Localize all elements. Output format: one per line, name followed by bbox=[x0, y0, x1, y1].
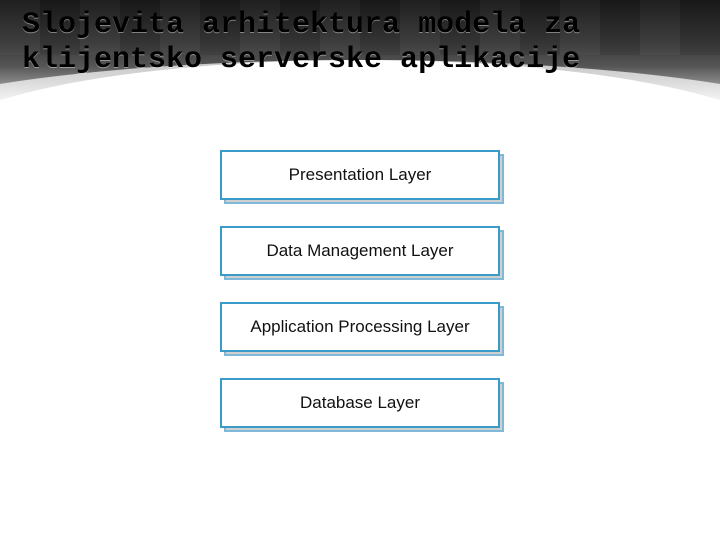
layer-diagram: Presentation Layer Data Management Layer… bbox=[0, 150, 720, 428]
layer-presentation: Presentation Layer bbox=[220, 150, 500, 200]
layer-data-management: Data Management Layer bbox=[220, 226, 500, 276]
slide-title: Slojevita arhitektura modela za klijents… bbox=[22, 8, 698, 77]
layer-application-processing: Application Processing Layer bbox=[220, 302, 500, 352]
layer-database: Database Layer bbox=[220, 378, 500, 428]
layer-label: Data Management Layer bbox=[220, 226, 500, 276]
layer-label: Presentation Layer bbox=[220, 150, 500, 200]
layer-label: Application Processing Layer bbox=[220, 302, 500, 352]
layer-label: Database Layer bbox=[220, 378, 500, 428]
